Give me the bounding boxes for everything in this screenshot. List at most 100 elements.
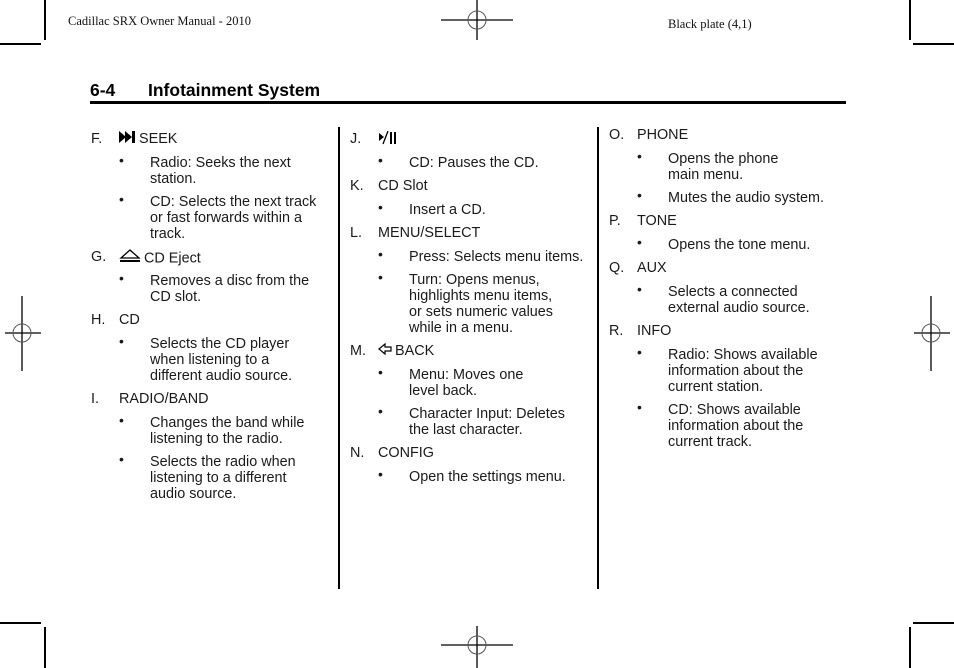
list-item: Q. AUX • Selects a connected external audio… (609, 260, 849, 316)
column-2: J. • CD: Pauses the CD. K. CD Slot • Insert a … (350, 130, 595, 492)
crop-mark (913, 43, 954, 45)
bullet-item: • Insert a CD. (350, 199, 595, 218)
item-heading: I. RADIO/BAND (91, 391, 331, 407)
bullet-text: CD: Selects the next track or fast forwa… (150, 194, 317, 242)
item-label-wrap: SEEK (119, 131, 177, 147)
bullet-text: Opens the tone menu. (668, 237, 811, 253)
bullet-icon: • (637, 234, 642, 250)
item-label-wrap: INFO (637, 323, 671, 339)
item-letter: K. (350, 178, 364, 194)
bullet-icon: • (378, 364, 383, 380)
play-pause-icon (378, 130, 398, 150)
item-heading: F. SEEK (91, 131, 331, 147)
item-letter: I. (91, 391, 99, 407)
item-label-wrap: CD Slot (378, 178, 428, 194)
item-heading: P. TONE (609, 213, 849, 229)
plate-label: Black plate (4,1) (668, 17, 752, 31)
section-title: Infotainment System (148, 80, 321, 100)
bullet-item: • Opens the tone menu. (609, 234, 849, 253)
item-heading: J. (350, 130, 595, 150)
crop-mark (909, 627, 911, 668)
list-item: R. INFO • Radio: Shows available informatio… (609, 323, 849, 450)
bullet-item: • Press: Selects menu items. (350, 246, 595, 265)
column-divider (597, 127, 599, 589)
bullet-icon: • (378, 152, 383, 168)
item-heading: L. MENU/SELECT (350, 225, 595, 241)
list-item: H. CD • Selects the CD player when listenin… (91, 312, 331, 384)
bullet-icon: • (378, 466, 383, 482)
crop-mark (44, 627, 46, 668)
list-item: N. CONFIG • Open the settings menu. (350, 445, 595, 485)
item-letter: O. (609, 127, 625, 143)
item-label: CD Eject (144, 250, 201, 267)
bullet-icon: • (637, 281, 642, 297)
crop-mark (913, 622, 954, 624)
bullet-item: • Changes the band while listening to the… (91, 412, 331, 447)
item-label: TONE (637, 213, 677, 229)
list-item: G. CD Eject • Removes a disc from the CD sl… (91, 249, 331, 305)
list-item: J. • CD: Pauses the CD. (350, 130, 595, 171)
crop-mark (909, 0, 911, 40)
section-number: 6-4 (90, 80, 116, 100)
item-label: PHONE (637, 127, 689, 143)
crop-mark (0, 622, 41, 624)
bullet-item: • Radio: Shows available information abou… (609, 344, 849, 395)
item-label-wrap: BACK (378, 342, 435, 359)
item-heading: G. CD Eject (91, 249, 331, 268)
bullet-item: • CD: Shows available information about t… (609, 399, 849, 450)
item-heading: M. BACK (350, 342, 595, 359)
list-item: M. BACK • Menu: Moves one level back. • Chara… (350, 342, 595, 438)
bullet-item: • Radio: Seeks the next station. (91, 152, 331, 187)
item-heading: H. CD (91, 312, 331, 328)
bullet-text: Selects a connected external audio sourc… (668, 284, 810, 316)
bullet-icon: • (119, 270, 124, 286)
item-letter: J. (350, 131, 362, 147)
bullet-text: Insert a CD. (409, 202, 486, 218)
bullet-text: Mutes the audio system. (668, 190, 824, 206)
bullet-text: Turn: Opens menus, highlights menu items… (409, 272, 553, 336)
item-label: CONFIG (378, 445, 434, 461)
list-item: I. RADIO/BAND • Changes the band while list… (91, 391, 331, 502)
item-label: BACK (395, 343, 435, 359)
item-label: INFO (637, 323, 672, 339)
column-divider (338, 127, 340, 589)
item-label-wrap: TONE (637, 213, 677, 229)
item-label-wrap: RADIO/BAND (119, 391, 209, 407)
bullet-text: Character Input: Deletes the last charac… (409, 406, 565, 438)
list-item: O. PHONE • Opens the phone main menu. • Mutes… (609, 127, 849, 206)
bullet-text: CD: Shows available information about th… (668, 402, 804, 450)
item-letter: G. (91, 249, 107, 265)
bullet-icon: • (637, 399, 642, 415)
title-rule (90, 101, 846, 104)
bullet-text: Selects the CD player when listening to … (150, 336, 293, 384)
bullet-item: • Turn: Opens menus, highlights menu item… (350, 269, 595, 336)
item-label-wrap (378, 130, 401, 150)
registration-mark-icon (441, 626, 513, 668)
bullet-item: • Menu: Moves one level back. (350, 364, 595, 399)
item-label: RADIO/BAND (119, 391, 209, 407)
item-label: SEEK (139, 131, 178, 147)
bullet-icon: • (378, 199, 383, 215)
eject-icon (119, 249, 141, 268)
item-letter: F. (91, 131, 103, 147)
back-arrow-icon (378, 342, 392, 359)
page-title: 6-4 Infotainment System (90, 80, 320, 101)
bullet-text: Radio: Seeks the next station. (150, 155, 291, 187)
bullet-item: • Selects the CD player when listening to… (91, 333, 331, 384)
manual-title: Cadillac SRX Owner Manual - 2010 (68, 14, 251, 28)
item-label-wrap: CD (119, 312, 140, 328)
bullet-text: CD: Pauses the CD. (409, 155, 539, 171)
bullet-icon: • (119, 152, 124, 168)
bullet-icon: • (119, 191, 124, 207)
item-heading: O. PHONE (609, 127, 849, 143)
bullet-text: Open the settings menu. (409, 469, 566, 485)
item-label-wrap: CD Eject (119, 249, 201, 268)
crop-mark (44, 0, 46, 40)
item-label-wrap: AUX (637, 260, 667, 276)
bullet-icon: • (119, 333, 124, 349)
list-item: K. CD Slot • Insert a CD. (350, 178, 595, 218)
list-item: L. MENU/SELECT • Press: Selects menu items.… (350, 225, 595, 336)
registration-mark-icon (5, 296, 41, 371)
item-label: CD (119, 312, 140, 328)
item-letter: Q. (609, 260, 625, 276)
